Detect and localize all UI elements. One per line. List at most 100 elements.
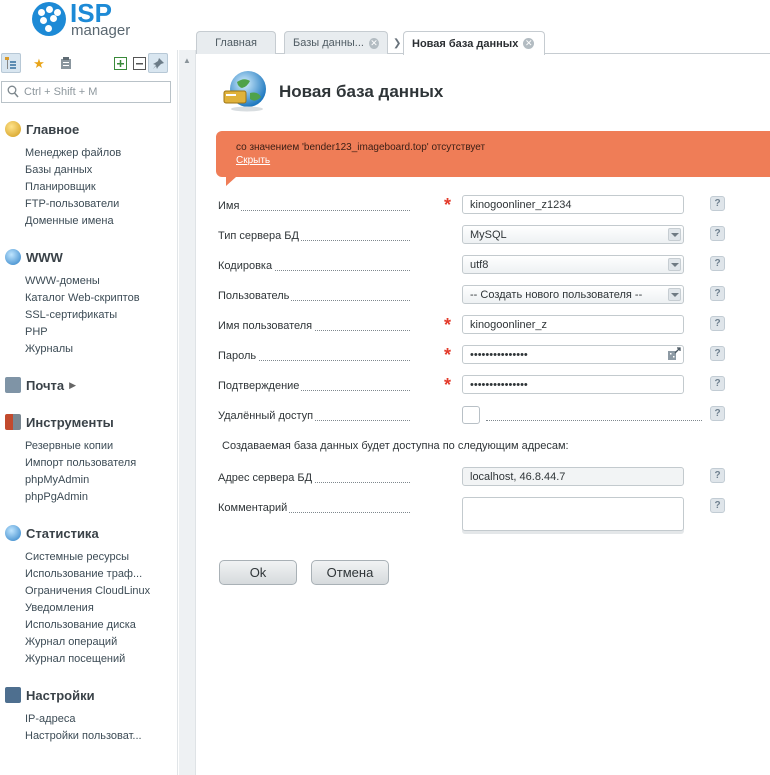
server-address-label: Адрес сервера БД <box>218 472 315 484</box>
username-label: Имя пользователя <box>218 320 315 332</box>
cancel-button[interactable]: Отмена <box>311 560 389 585</box>
sidebar-item-disk-usage[interactable]: Использование диска <box>25 619 136 631</box>
encoding-label: Кодировка <box>218 260 275 272</box>
tab-bar: Главная Базы данны... ✕ ❯ Новая база дан… <box>196 28 770 55</box>
nav-group-www-header[interactable]: WWW <box>5 248 63 266</box>
encoding-select[interactable]: utf8 <box>462 255 684 274</box>
sidebar-item-web-scripts[interactable]: Каталог Web-скриптов <box>25 292 140 304</box>
sidebar-item-import-user[interactable]: Импорт пользователя <box>25 457 136 469</box>
form-row-name: Имя * kinogoonliner_z1234 ? <box>218 195 738 217</box>
required-marker: * <box>444 195 452 215</box>
close-tab-icon[interactable]: ✕ <box>368 37 379 49</box>
help-icon[interactable]: ? <box>710 316 725 331</box>
form-row-user: Пользователь -- Создать нового пользоват… <box>218 285 738 307</box>
sidebar-item-ssl-certificates[interactable]: SSL-сертификаты <box>25 309 117 321</box>
sidebar-item-scheduler[interactable]: Планировщик <box>25 181 96 193</box>
search-icon <box>7 85 19 98</box>
sidebar-item-ip-addresses[interactable]: IP-адреса <box>25 713 75 725</box>
required-marker: * <box>444 315 452 335</box>
isp-manager-logo[interactable]: ISP manager <box>30 0 150 42</box>
sidebar-item-operations-log[interactable]: Журнал операций <box>25 636 117 648</box>
nav-group-settings-header[interactable]: Настройки <box>5 686 95 704</box>
nav-group-statistics-header[interactable]: Статистика <box>5 524 99 542</box>
comment-textarea[interactable] <box>462 497 684 531</box>
ok-button[interactable]: Ok <box>219 560 297 585</box>
form-row-password: Пароль * ••••••••••••••• ? <box>218 345 738 367</box>
statistics-icon <box>5 525 21 541</box>
tab-new-database[interactable]: Новая база данных ✕ <box>403 31 545 55</box>
sidebar-item-phpmyadmin[interactable]: phpMyAdmin <box>25 474 89 486</box>
server-type-label: Тип сервера БД <box>218 230 301 242</box>
form-row-encoding: Кодировка utf8 ? <box>218 255 738 277</box>
chevron-down-icon <box>668 228 681 241</box>
page-title: Новая база данных <box>279 82 444 101</box>
settings-icon <box>5 687 21 703</box>
help-icon[interactable]: ? <box>710 406 725 421</box>
close-tab-icon[interactable]: ✕ <box>523 38 535 49</box>
sidebar-item-logs[interactable]: Журналы <box>25 343 73 355</box>
form-row-confirm: Подтверждение * ••••••••••••••• ? <box>218 375 738 397</box>
remote-access-checkbox[interactable] <box>462 406 480 424</box>
chevron-right-icon: ❯ <box>393 38 402 49</box>
favorites-star-icon[interactable]: ★ <box>29 53 49 73</box>
tools-icon <box>5 414 21 430</box>
sidebar-item-phppgadmin[interactable]: phpPgAdmin <box>25 491 88 503</box>
form-row-server-address: Адрес сервера БД localhost, 46.8.44.7 ? <box>218 467 738 489</box>
help-icon[interactable]: ? <box>710 196 725 211</box>
nav-group-mail-header[interactable]: Почта ▶ <box>5 376 76 394</box>
help-icon[interactable]: ? <box>710 286 725 301</box>
logo-text-manager: manager <box>71 22 131 39</box>
name-field[interactable]: kinogoonliner_z1234 <box>462 195 684 214</box>
help-icon[interactable]: ? <box>710 376 725 391</box>
user-select[interactable]: -- Создать нового пользователя -- <box>462 285 684 304</box>
tab-home[interactable]: Главная <box>196 31 276 54</box>
expand-all-icon[interactable] <box>110 53 130 73</box>
sidebar-item-backups[interactable]: Резервные копии <box>25 440 113 452</box>
sidebar: ★ Ctrl + Shift + M Главное Менеджер файл… <box>0 50 178 775</box>
addresses-note: Создаваемая база данных будет доступна п… <box>222 440 569 452</box>
sidebar-item-domain-names[interactable]: Доменные имена <box>25 215 114 227</box>
sidebar-scrollbar[interactable]: ▲ <box>179 50 196 775</box>
form-row-remote-access: Удалённый доступ ? <box>218 405 738 427</box>
sidebar-item-system-resources[interactable]: Системные ресурсы <box>25 551 129 563</box>
error-banner: со значением 'bender123_imageboard.top' … <box>216 131 770 186</box>
sidebar-item-user-settings[interactable]: Настройки пользоват... <box>25 730 142 742</box>
sidebar-item-www-domains[interactable]: WWW-домены <box>25 275 100 287</box>
required-marker: * <box>444 345 452 365</box>
banner-pointer <box>226 177 236 186</box>
tab-databases[interactable]: Базы данны... ✕ <box>284 31 388 54</box>
user-label: Пользователь <box>218 290 292 302</box>
password-field[interactable]: ••••••••••••••• <box>462 345 684 364</box>
confirm-password-field[interactable]: ••••••••••••••• <box>462 375 684 394</box>
hide-link[interactable]: Скрыть <box>236 155 270 166</box>
form-row-username: Имя пользователя * kinogoonliner_z ? <box>218 315 738 337</box>
sidebar-item-php[interactable]: PHP <box>25 326 48 338</box>
sidebar-item-file-manager[interactable]: Менеджер файлов <box>25 147 121 159</box>
sidebar-item-databases[interactable]: Базы данных <box>25 164 92 176</box>
sidebar-item-visits-log[interactable]: Журнал посещений <box>25 653 125 665</box>
sidebar-item-ftp-users[interactable]: FTP-пользователи <box>25 198 119 210</box>
help-icon[interactable]: ? <box>710 498 725 513</box>
help-icon[interactable]: ? <box>710 256 725 271</box>
sidebar-item-traffic-usage[interactable]: Использование траф... <box>25 568 142 580</box>
scroll-up-arrow-icon[interactable]: ▲ <box>183 56 191 65</box>
clipboard-icon[interactable] <box>56 53 76 73</box>
username-field[interactable]: kinogoonliner_z <box>462 315 684 334</box>
mail-icon <box>5 377 21 393</box>
search-input[interactable]: Ctrl + Shift + M <box>1 81 171 103</box>
pin-icon[interactable] <box>148 53 168 73</box>
nav-group-tools-header[interactable]: Инструменты <box>5 413 114 431</box>
name-label: Имя <box>218 200 242 212</box>
help-icon[interactable]: ? <box>710 346 725 361</box>
help-icon[interactable]: ? <box>710 468 725 483</box>
collapse-all-icon[interactable] <box>129 53 149 73</box>
help-icon[interactable]: ? <box>710 226 725 241</box>
nav-group-main-header[interactable]: Главное <box>5 120 79 138</box>
password-label: Пароль <box>218 350 259 362</box>
password-generator-icon[interactable] <box>667 347 681 361</box>
tree-view-button[interactable] <box>1 53 21 73</box>
server-type-select[interactable]: MySQL <box>462 225 684 244</box>
home-icon <box>5 121 21 137</box>
sidebar-item-notifications[interactable]: Уведомления <box>25 602 94 614</box>
sidebar-item-cloudlinux-limits[interactable]: Ограничения CloudLinux <box>25 585 150 597</box>
